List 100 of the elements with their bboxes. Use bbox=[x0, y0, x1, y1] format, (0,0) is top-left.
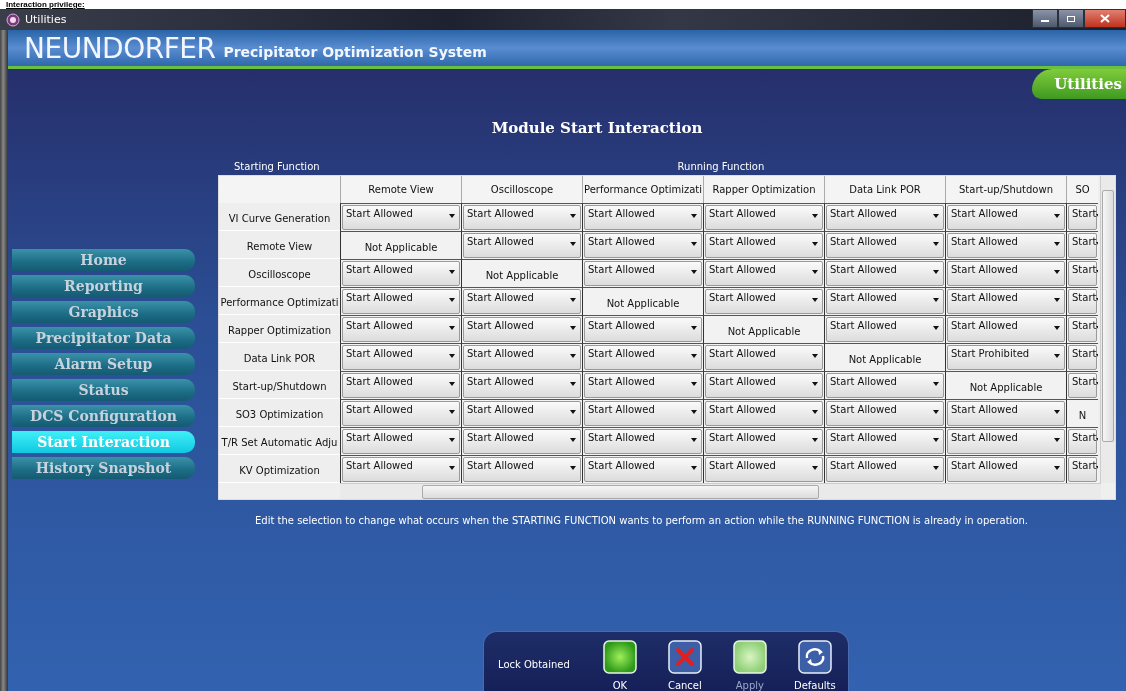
table-cell-text: Not Applicable bbox=[606, 297, 680, 309]
dropdown[interactable]: Start Allowed bbox=[826, 205, 944, 230]
dropdown[interactable]: Start bbox=[1068, 289, 1097, 314]
nav-button[interactable]: Precipitator Data bbox=[12, 327, 195, 349]
dropdown[interactable]: Start Allowed bbox=[584, 373, 702, 398]
dropdown[interactable]: Start bbox=[1068, 317, 1097, 342]
dropdown[interactable]: Start Allowed bbox=[826, 289, 944, 314]
dropdown[interactable]: Start Allowed bbox=[463, 289, 581, 314]
horizontal-scrollbar[interactable] bbox=[340, 483, 1101, 499]
dropdown[interactable]: Start Allowed bbox=[705, 261, 823, 286]
dropdown[interactable]: Start Allowed bbox=[705, 345, 823, 370]
dropdown[interactable]: Start Allowed bbox=[826, 233, 944, 258]
footer-button[interactable]: Cancel bbox=[652, 640, 717, 691]
dropdown[interactable]: Start bbox=[1068, 429, 1097, 454]
dropdown[interactable]: Start Allowed bbox=[342, 345, 460, 370]
footer-button[interactable]: OK bbox=[587, 640, 652, 691]
dropdown[interactable]: Start Allowed bbox=[947, 205, 1065, 230]
dropdown[interactable]: Start Allowed bbox=[584, 429, 702, 454]
dropdown[interactable]: Start bbox=[1068, 205, 1097, 230]
dropdown[interactable]: Start Allowed bbox=[342, 317, 460, 342]
dropdown[interactable]: Start Allowed bbox=[947, 457, 1065, 482]
axis-label: Starting Function bbox=[234, 160, 320, 172]
nav-button[interactable]: DCS Configuration bbox=[12, 405, 195, 427]
dropdown[interactable]: Start Allowed bbox=[584, 261, 702, 286]
dropdown[interactable]: Start Allowed bbox=[342, 429, 460, 454]
minimize-button[interactable] bbox=[1032, 9, 1058, 28]
dropdown[interactable]: Start Allowed bbox=[705, 429, 823, 454]
brand-logo: NEUNDORFER bbox=[24, 32, 216, 66]
maximize-icon bbox=[1066, 14, 1076, 23]
refresh-icon bbox=[797, 640, 832, 674]
dropdown[interactable]: Start Allowed bbox=[826, 373, 944, 398]
dropdown[interactable]: Start Allowed bbox=[705, 205, 823, 230]
status-text: Lock Obtained bbox=[498, 659, 570, 670]
dropdown[interactable]: Start Allowed bbox=[584, 457, 702, 482]
nav-button[interactable]: Status bbox=[12, 379, 195, 401]
dropdown[interactable]: Start Allowed bbox=[342, 289, 460, 314]
dropdown[interactable]: Start Allowed bbox=[584, 205, 702, 230]
dropdown[interactable]: Start Allowed bbox=[463, 401, 581, 426]
dropdown[interactable]: Start Allowed bbox=[826, 401, 944, 426]
column-header: Start-up/Shutdown bbox=[945, 176, 1066, 203]
column-header: Remote View bbox=[340, 176, 461, 203]
dropdown[interactable]: Start bbox=[1068, 345, 1097, 370]
nav-button[interactable]: Home bbox=[12, 249, 195, 271]
dropdown[interactable]: Start bbox=[1068, 261, 1097, 286]
glossy-square-icon bbox=[602, 640, 637, 674]
dropdown[interactable]: Start Allowed bbox=[705, 401, 823, 426]
footer-button[interactable]: Defaults bbox=[782, 640, 847, 691]
nav-button[interactable]: History Snapshot bbox=[12, 457, 195, 479]
app-icon bbox=[6, 12, 20, 27]
dropdown[interactable]: Start Allowed bbox=[342, 457, 460, 482]
dropdown[interactable]: Start Prohibited bbox=[947, 345, 1065, 370]
dropdown[interactable]: Start Allowed bbox=[342, 205, 460, 230]
dropdown[interactable]: Start bbox=[1068, 457, 1097, 482]
dropdown[interactable]: Start Allowed bbox=[342, 401, 460, 426]
table-cell-text: Not Applicable bbox=[727, 325, 801, 337]
column-header: Performance Optimizati bbox=[582, 176, 703, 203]
dropdown[interactable]: Start Allowed bbox=[947, 233, 1065, 258]
dropdown[interactable]: Start Allowed bbox=[584, 401, 702, 426]
dropdown[interactable]: Start Allowed bbox=[342, 261, 460, 286]
nav-button[interactable]: Reporting bbox=[12, 275, 195, 297]
dropdown[interactable]: Start Allowed bbox=[584, 233, 702, 258]
dropdown[interactable]: Start Allowed bbox=[947, 317, 1065, 342]
dropdown[interactable]: Start Allowed bbox=[947, 289, 1065, 314]
vertical-scrollbar[interactable] bbox=[1100, 176, 1115, 483]
dropdown[interactable]: Start Allowed bbox=[342, 373, 460, 398]
app-subtitle: Precipitator Optimization System bbox=[223, 43, 487, 62]
dropdown[interactable]: Start Allowed bbox=[463, 233, 581, 258]
dropdown[interactable]: Start Allowed bbox=[826, 261, 944, 286]
caption-text: Interaction privilege: bbox=[6, 0, 85, 9]
axis-label: Running Function bbox=[677, 160, 765, 172]
maximize-button[interactable] bbox=[1058, 9, 1084, 28]
dropdown[interactable]: Start Allowed bbox=[463, 345, 581, 370]
dropdown[interactable]: Start Allowed bbox=[705, 233, 823, 258]
dropdown[interactable]: Start Allowed bbox=[463, 429, 581, 454]
dropdown[interactable]: Start bbox=[1068, 373, 1097, 398]
dropdown[interactable]: Start Allowed bbox=[826, 317, 944, 342]
dropdown[interactable]: Start Allowed bbox=[826, 429, 944, 454]
dropdown[interactable]: Start Allowed bbox=[463, 457, 581, 482]
dropdown[interactable]: Start Allowed bbox=[705, 373, 823, 398]
dropdown[interactable]: Start Allowed bbox=[705, 289, 823, 314]
dropdown[interactable]: Start Allowed bbox=[947, 429, 1065, 454]
dropdown[interactable]: Start Allowed bbox=[463, 205, 581, 230]
column-header: Oscilloscope bbox=[461, 176, 582, 203]
column-header: Rapper Optimization bbox=[703, 176, 824, 203]
table-cell-text: Not Applicable bbox=[364, 241, 438, 253]
close-icon bbox=[667, 640, 702, 674]
dropdown[interactable]: Start Allowed bbox=[947, 401, 1065, 426]
dropdown[interactable]: Start Allowed bbox=[463, 317, 581, 342]
dropdown[interactable]: Start Allowed bbox=[705, 457, 823, 482]
dropdown[interactable]: Start Allowed bbox=[826, 457, 944, 482]
dropdown[interactable]: Start Allowed bbox=[584, 345, 702, 370]
table-cell-text: Not Applicable bbox=[485, 269, 559, 281]
dropdown[interactable]: Start Allowed bbox=[947, 261, 1065, 286]
dropdown[interactable]: Start bbox=[1068, 233, 1097, 258]
dropdown[interactable]: Start Allowed bbox=[463, 373, 581, 398]
nav-button[interactable]: Alarm Setup bbox=[12, 353, 195, 375]
nav-button[interactable]: Graphics bbox=[12, 301, 195, 323]
dropdown[interactable]: Start Allowed bbox=[584, 317, 702, 342]
close-button[interactable] bbox=[1084, 9, 1126, 28]
close-icon bbox=[1100, 14, 1110, 23]
